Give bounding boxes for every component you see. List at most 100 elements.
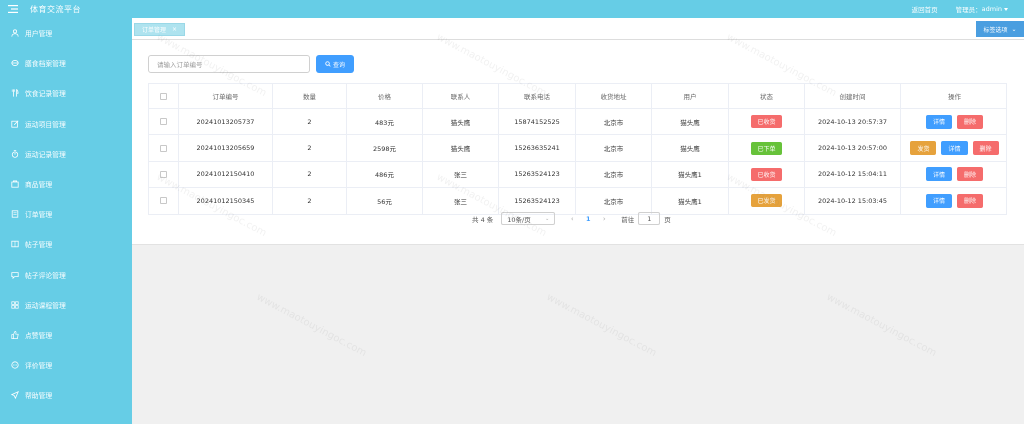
cell-price: 2598元 — [347, 135, 423, 161]
cell-phone: 15263524123 — [499, 188, 576, 214]
cell-actions: 详情 删除 — [901, 188, 1008, 213]
next-page-button[interactable]: › — [597, 215, 611, 223]
table-header: 订单编号 数量 价格 联系人 联系电话 收货地址 用户 状态 创建时间 操作 — [149, 84, 1006, 109]
caret-down-icon — [1004, 7, 1008, 11]
page-size-select[interactable]: 10条/页 ⌄ — [501, 212, 556, 225]
detail-button[interactable]: 详情 — [925, 167, 952, 182]
send-icon — [10, 391, 19, 400]
sidebar-item-12[interactable]: 帮助管理 — [0, 380, 132, 410]
sidebar-item-label: 膳食档案管理 — [25, 60, 66, 69]
row-checkbox[interactable] — [160, 144, 167, 152]
sidebar-item-4[interactable]: 运动记录管理 — [0, 139, 132, 169]
column-header: 创建时间 — [805, 84, 901, 108]
row-checkbox-cell — [149, 109, 179, 135]
cell-user: 猫头鹰 — [652, 109, 729, 135]
utensils-icon — [10, 89, 19, 98]
pagination: 共 4 条 10条/页 ⌄ ‹ 1 › 前往 1 页 — [472, 212, 671, 225]
search-button[interactable]: 查询 — [316, 55, 354, 73]
page-number-current[interactable]: 1 — [579, 215, 597, 223]
cell-price: 483元 — [347, 109, 423, 135]
cell-qty: 2 — [273, 109, 347, 135]
chevron-down-icon: ⌄ — [1011, 25, 1017, 33]
sidebar-item-label: 帮助管理 — [25, 392, 53, 401]
delete-button[interactable]: 删除 — [972, 141, 999, 156]
cell-address: 北京市 — [576, 135, 652, 161]
close-icon[interactable]: × — [172, 26, 177, 33]
sidebar-item-11[interactable]: 评价管理 — [0, 350, 132, 380]
detail-button[interactable]: 详情 — [925, 114, 952, 129]
admin-name: admin — [981, 5, 1002, 13]
tag-options-button[interactable]: 标签选项 ⌄ — [976, 21, 1024, 37]
pagination-total: 共 4 条 — [472, 215, 494, 224]
status-badge: 已收货 — [751, 115, 782, 129]
orders-table: 订单编号 数量 价格 联系人 联系电话 收货地址 用户 状态 创建时间 操作 20241013205… — [148, 83, 1007, 215]
tag-orders[interactable]: 订单管理 × — [134, 23, 186, 36]
sidebar-item-label: 点赞管理 — [25, 331, 53, 340]
cell-user: 猫头鹰1 — [652, 161, 729, 188]
sidebar-item-label: 饮食记录管理 — [25, 90, 66, 99]
cell-address: 北京市 — [576, 161, 652, 188]
sidebar-item-1[interactable]: 膳食档案管理 — [0, 48, 132, 78]
review-icon — [10, 361, 19, 370]
sidebar-item-2[interactable]: 饮食记录管理 — [0, 78, 132, 108]
order-icon — [10, 210, 19, 219]
delete-button[interactable]: 删除 — [957, 114, 984, 129]
cell-actions: 详情 删除 — [901, 162, 1008, 187]
sidebar-item-3[interactable]: 运动项目管理 — [0, 109, 132, 139]
detail-button[interactable]: 详情 — [941, 141, 968, 156]
status-badge: 已下单 — [751, 141, 782, 155]
cell-qty: 2 — [273, 161, 347, 188]
menu-toggle-icon[interactable] — [4, 0, 22, 18]
sidebar-item-label: 运动项目管理 — [25, 120, 66, 129]
sidebar-item-label: 运动记录管理 — [25, 150, 66, 159]
page-size-value: 10条/页 — [507, 215, 531, 224]
cell-status: 已收货 — [729, 109, 805, 135]
course-icon — [10, 300, 19, 309]
cell-phone: 15263524123 — [499, 161, 576, 188]
admin-menu[interactable]: 管理员： admin — [956, 4, 1008, 14]
sidebar-item-6[interactable]: 订单管理 — [0, 199, 132, 229]
column-header: 订单编号 — [179, 84, 273, 108]
main-panel: 请输入订单编号 查询 订单编号 数量 价格 联系人 联系电话 收货地址 用户 状态 创建时间 操作… — [132, 40, 1024, 245]
prev-page-button[interactable]: ‹ — [565, 215, 579, 223]
detail-button[interactable]: 详情 — [925, 193, 952, 208]
delete-button[interactable]: 删除 — [957, 193, 984, 208]
back-home-link[interactable]: 返回首页 — [912, 4, 938, 14]
delete-button[interactable]: 删除 — [957, 167, 984, 182]
ship-button[interactable]: 发货 — [910, 141, 937, 156]
cell-contact: 猫头鹰 — [423, 109, 499, 135]
select-all-checkbox[interactable] — [160, 92, 167, 100]
sidebar-item-7[interactable]: 帖子管理 — [0, 229, 132, 259]
sidebar-item-10[interactable]: 点赞管理 — [0, 320, 132, 350]
goto-page-value: 1 — [647, 214, 652, 223]
sidebar-item-0[interactable]: 用户管理 — [0, 18, 132, 48]
cell-created: 2024-10-13 20:57:00 — [805, 135, 901, 161]
table-row: 20241013205659 2 2598元 猫头鹰 15263635241 北京市 猫头鹰… — [149, 135, 1006, 162]
post-icon — [10, 240, 19, 249]
column-header: 操作 — [948, 93, 961, 101]
row-checkbox-cell — [149, 161, 179, 188]
edit-icon — [10, 119, 19, 128]
chevron-down-icon: ⌄ — [545, 215, 550, 222]
row-checkbox-cell — [149, 188, 179, 214]
watermark-text: www.maotouyingoc.com — [254, 291, 369, 360]
watermark-text: www.maotouyingoc.com — [824, 291, 939, 360]
row-checkbox[interactable] — [160, 118, 167, 126]
sidebar-item-8[interactable]: 帖子评论管理 — [0, 260, 132, 290]
row-checkbox[interactable] — [160, 197, 167, 205]
cell-phone: 15874152525 — [499, 109, 576, 135]
search-input[interactable]: 请输入订单编号 — [148, 55, 310, 73]
cell-order-no: 20241012150345 — [179, 188, 273, 214]
sidebar-item-5[interactable]: 商品管理 — [0, 169, 132, 199]
cell-status: 已发货 — [729, 188, 805, 214]
goto-page-input[interactable]: 1 — [638, 212, 661, 225]
cell-order-no: 20241013205659 — [179, 135, 273, 161]
row-checkbox[interactable] — [160, 170, 167, 178]
sidebar-item-9[interactable]: 运动课程管理 — [0, 290, 132, 320]
thumb-icon — [10, 330, 19, 339]
column-header: 收货地址 — [576, 84, 652, 108]
cell-user: 猫头鹰1 — [652, 188, 729, 214]
status-badge: 已发货 — [751, 194, 782, 208]
cell-status: 已下单 — [729, 135, 805, 161]
column-header: 数量 — [273, 84, 347, 108]
